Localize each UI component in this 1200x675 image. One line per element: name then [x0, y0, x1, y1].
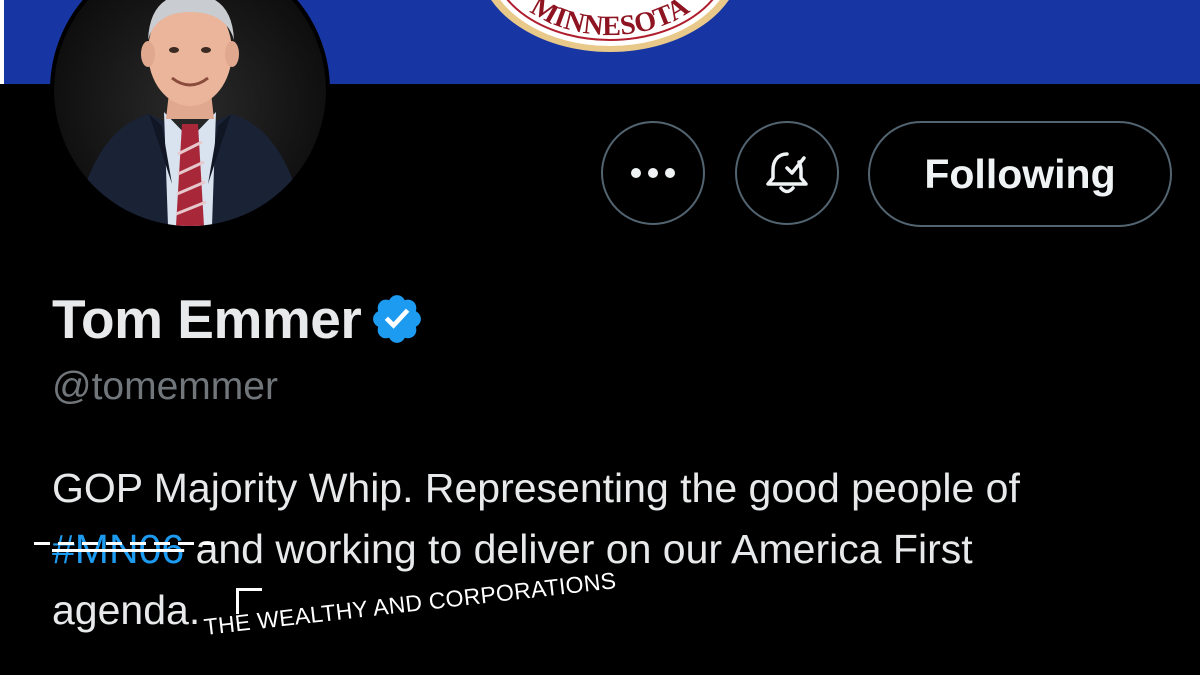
notifications-button[interactable] — [735, 121, 839, 225]
hashtag-link[interactable]: #MN06 — [52, 526, 184, 572]
verified-badge-icon[interactable] — [369, 291, 425, 347]
more-options-icon — [631, 168, 675, 178]
profile-handle: @tomemmer — [52, 365, 278, 408]
more-options-button[interactable] — [601, 121, 705, 225]
notification-bell-icon — [766, 152, 808, 194]
bio-line-1: GOP Majority Whip. Representing the good… — [52, 465, 1020, 511]
profile-name-row: Tom Emmer — [52, 284, 425, 354]
avatar-photo — [54, 0, 326, 226]
display-name: Tom Emmer — [52, 288, 362, 350]
bio-line-2-text: and working to deliver on our America Fi… — [184, 526, 973, 572]
strikethrough-annotation — [34, 542, 214, 545]
profile-avatar[interactable] — [50, 0, 330, 230]
following-button[interactable]: Following — [868, 121, 1172, 227]
